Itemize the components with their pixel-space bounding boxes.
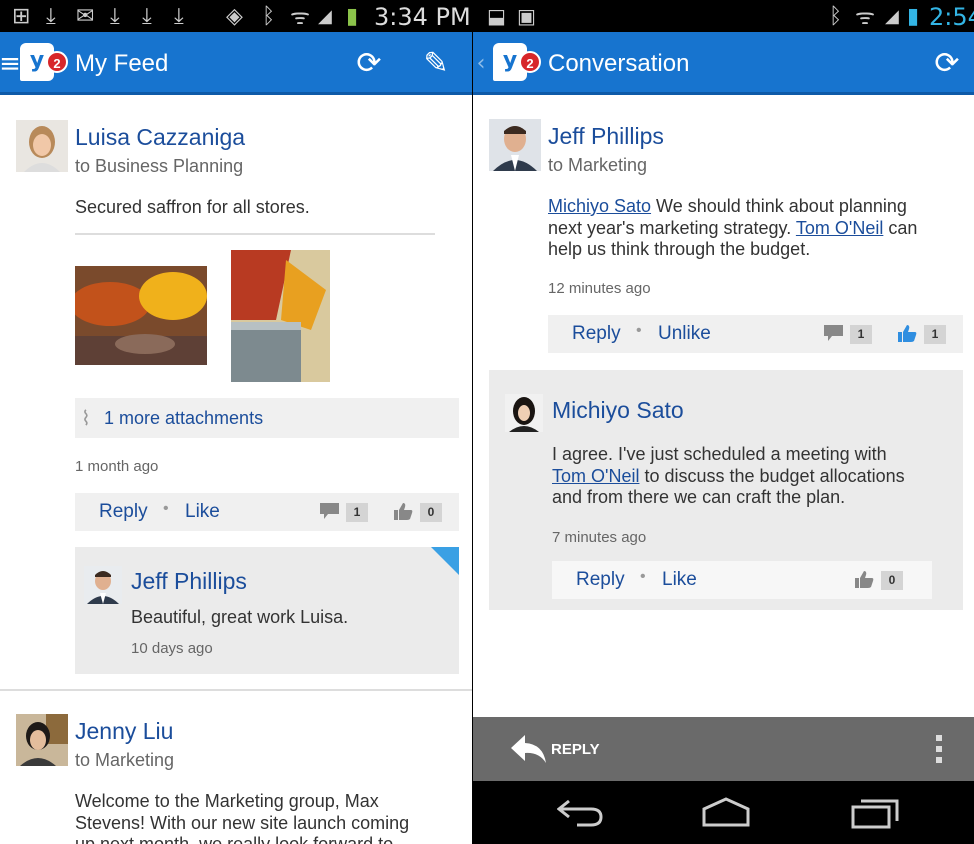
like-count: 0: [881, 571, 903, 590]
avatar[interactable]: [489, 119, 541, 171]
download-icon: ⤓: [142, 3, 152, 29]
attachment-image[interactable]: [75, 266, 207, 365]
sound-icon: ◈: [226, 3, 243, 29]
wifi-icon: ᯤ: [290, 5, 311, 30]
unlike-button[interactable]: Unlike: [658, 323, 711, 345]
avatar[interactable]: [505, 394, 543, 432]
post-body-line: Stevens! With our new site launch coming: [75, 813, 410, 833]
more-attachments-link[interactable]: ⌇ 1 more attachments: [75, 398, 459, 438]
battery-icon: ▮: [346, 3, 359, 29]
avatar[interactable]: [84, 566, 122, 604]
post-author[interactable]: Jenny Liu: [75, 718, 173, 745]
status-time: 2:54: [929, 3, 974, 31]
page-title: My Feed: [75, 50, 169, 77]
reply-body: I agree. I've just scheduled a meeting w…: [552, 444, 905, 507]
separator-dot: •: [636, 322, 642, 339]
bluetooth-icon: ᛒ: [829, 3, 843, 29]
my-feed-screen: ⊞ ⤓ ✉ ⤓ ⤓ ⤓ ◈ ᛒ ᯤ ◢ ▮ 3:34 PM ≡ y 2 My F…: [0, 0, 472, 844]
notification-add-icon: ⊞: [12, 3, 31, 29]
comment-icon: [319, 501, 341, 521]
comment-timestamp: 10 days ago: [131, 640, 213, 657]
reply-button[interactable]: Reply: [99, 501, 148, 523]
message-timestamp: 12 minutes ago: [548, 280, 651, 297]
post-body: Secured saffron for all stores.: [75, 197, 310, 217]
mention-link[interactable]: Michiyo Sato: [548, 196, 651, 216]
more-attachments-label: 1 more attachments: [104, 408, 264, 428]
reply-actions: Reply • Like 0: [552, 561, 932, 599]
download-icon: ⤓: [110, 3, 120, 29]
thumbs-up-icon: [896, 323, 918, 343]
status-time: 3:34 PM: [374, 3, 471, 31]
download-icon: ⤓: [46, 3, 56, 29]
status-bar: ⬓ ▣ ᛒ ᯤ ◢ ▮ 2:54: [473, 0, 974, 32]
comment-author[interactable]: Jeff Phillips: [131, 568, 247, 595]
notification-badge: 2: [519, 51, 541, 73]
notification-badge: 2: [46, 51, 68, 73]
separator-dot: •: [163, 500, 169, 517]
bluetooth-icon: ᛒ: [262, 3, 276, 29]
comment-icon: [823, 323, 845, 343]
divider: [0, 689, 472, 691]
page-title: Conversation: [548, 50, 690, 77]
compose-icon[interactable]: ✎: [416, 44, 456, 84]
separator-dot: •: [640, 568, 646, 585]
mention-link[interactable]: Tom O'Neil: [552, 466, 639, 486]
like-count: 1: [924, 325, 946, 344]
message-actions: Reply • Unlike 1 1: [548, 315, 963, 353]
reply-author[interactable]: Michiyo Sato: [552, 397, 684, 424]
refresh-icon[interactable]: ⟳: [349, 44, 389, 84]
paperclip-icon: ⌇: [81, 408, 91, 430]
new-corner-marker: [431, 547, 459, 575]
post-body-line: up next month, we really look forward to: [75, 834, 394, 844]
like-button[interactable]: Like: [185, 501, 220, 523]
reply-action-label: REPLY: [551, 741, 600, 758]
post-timestamp: 1 month ago: [75, 458, 159, 475]
comment-count: 1: [346, 503, 368, 522]
action-bar: ≡ y 2 My Feed ⟳ ✎: [0, 32, 472, 95]
reply-action-button[interactable]: REPLY: [511, 733, 641, 767]
reply-button[interactable]: Reply: [576, 569, 625, 591]
back-chevron-icon[interactable]: ‹: [473, 44, 493, 84]
message-body: Michiyo Sato We should think about plann…: [548, 196, 918, 259]
refresh-icon[interactable]: ⟳: [927, 44, 967, 84]
reply-button[interactable]: Reply: [572, 323, 621, 345]
reply-toolbar: REPLY: [473, 717, 974, 781]
system-nav-bar: [473, 781, 974, 844]
message-group[interactable]: to Marketing: [548, 155, 647, 176]
signal-icon: ◢: [318, 5, 332, 27]
post-body-line: Welcome to the Marketing group, Max: [75, 791, 379, 811]
avatar[interactable]: [16, 714, 68, 766]
comment-count: 1: [850, 325, 872, 344]
avatar[interactable]: [16, 120, 68, 172]
home-icon[interactable]: [702, 797, 750, 827]
reply-timestamp: 7 minutes ago: [552, 529, 647, 546]
message-author[interactable]: Jeff Phillips: [548, 123, 664, 150]
reply-arrow-icon: [511, 735, 546, 763]
attachment-image[interactable]: [231, 250, 330, 382]
comment-body: Beautiful, great work Luisa.: [131, 607, 349, 627]
post-group[interactable]: to Business Planning: [75, 156, 243, 177]
download-icon: ⤓: [174, 3, 184, 29]
post-group[interactable]: to Marketing: [75, 750, 174, 771]
thumbs-up-icon: [392, 501, 414, 521]
download-status-icon: ⬓: [487, 4, 506, 28]
recent-apps-icon[interactable]: [851, 797, 899, 829]
mention-link[interactable]: Tom O'Neil: [796, 218, 883, 238]
wifi-icon: ᯤ: [855, 5, 876, 30]
status-bar: ⊞ ⤓ ✉ ⤓ ⤓ ⤓ ◈ ᛒ ᯤ ◢ ▮ 3:34 PM: [0, 0, 472, 32]
post-actions: Reply • Like 1 0: [75, 493, 459, 531]
divider: [75, 233, 435, 235]
thumbs-up-icon: [853, 569, 875, 589]
conversation-screen: ⬓ ▣ ᛒ ᯤ ◢ ▮ 2:54 ‹ y 2 Conversation ⟳ Je…: [472, 0, 974, 844]
like-count: 0: [420, 503, 442, 522]
image-icon: ▣: [517, 4, 536, 28]
post-author[interactable]: Luisa Cazzaniga: [75, 124, 245, 151]
mail-icon: ✉: [76, 3, 95, 29]
like-button[interactable]: Like: [662, 569, 697, 591]
battery-icon: ▮: [907, 3, 920, 29]
signal-icon: ◢: [885, 5, 899, 27]
overflow-menu-icon[interactable]: [934, 735, 944, 765]
action-bar: ‹ y 2 Conversation ⟳: [473, 32, 974, 95]
back-icon[interactable]: [557, 799, 603, 827]
